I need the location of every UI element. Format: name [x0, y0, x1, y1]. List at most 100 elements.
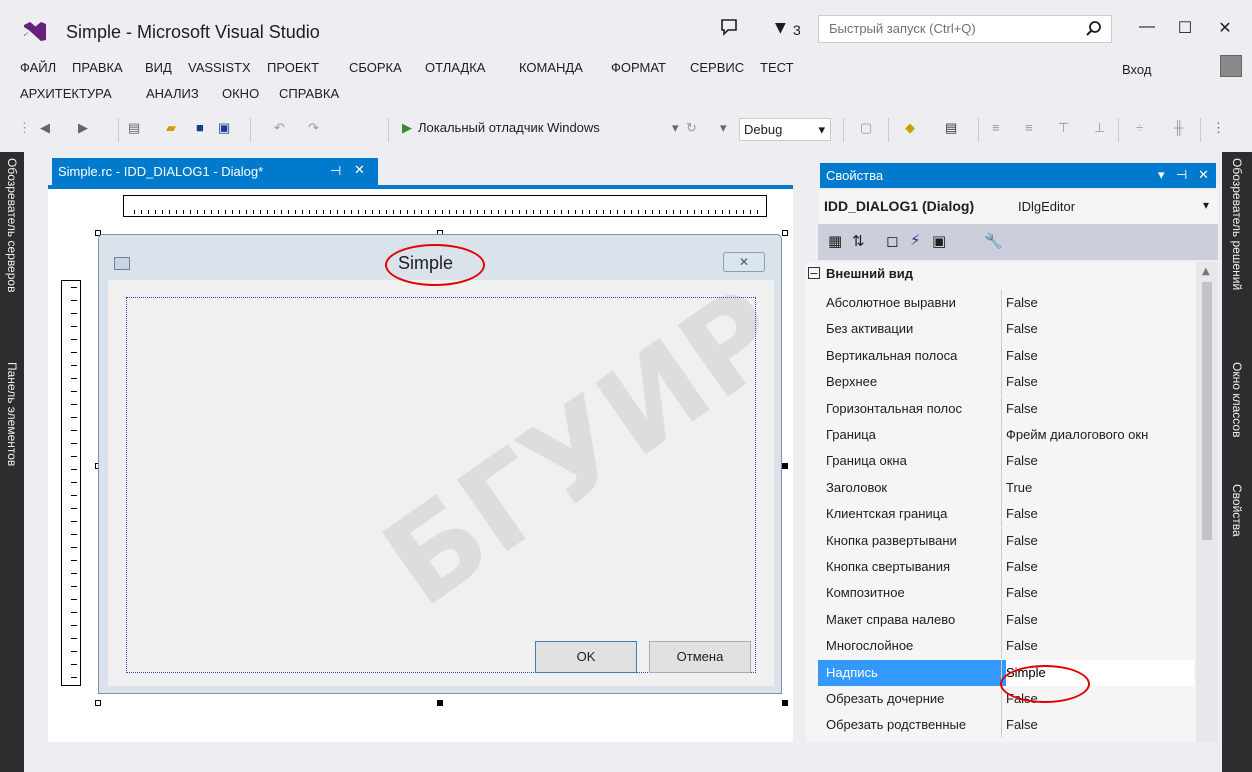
resize-handle[interactable]	[95, 700, 101, 706]
property-row[interactable]: Граница окна False	[818, 448, 1194, 475]
center-horizontal-icon[interactable]: ╫	[1174, 120, 1183, 135]
align-top-icon[interactable]: ⊤	[1058, 120, 1069, 136]
property-row[interactable]: Кнопка развертывани False	[818, 527, 1194, 554]
toolbar-tool-icon[interactable]: ◆	[905, 120, 915, 136]
server-explorer-tab[interactable]: Обозреватель серверов	[5, 158, 19, 292]
notification-flag-icon[interactable]: ▼	[775, 20, 786, 36]
property-grid-scrollbar[interactable]: ▲	[1196, 262, 1218, 742]
resize-handle[interactable]	[782, 700, 788, 706]
feedback-icon[interactable]	[720, 18, 738, 36]
property-value[interactable]: False	[1006, 321, 1194, 336]
scroll-up-icon[interactable]: ▲	[1202, 266, 1210, 277]
property-value[interactable]: False	[1006, 612, 1194, 627]
refresh-icon[interactable]: ↻	[686, 120, 697, 136]
menu-project[interactable]: ПРОЕКТ	[267, 60, 319, 75]
property-row[interactable]: Обрезать родственные False	[818, 712, 1194, 739]
menu-view[interactable]: ВИД	[145, 60, 172, 75]
cancel-button[interactable]: Отмена	[649, 641, 751, 673]
resize-handle[interactable]	[437, 700, 443, 706]
menu-debug[interactable]: ОТЛАДКА	[425, 60, 485, 75]
property-value[interactable]: False	[1006, 453, 1194, 468]
quick-launch-input[interactable]: Быстрый запуск (Ctrl+Q)	[818, 15, 1112, 43]
dropdown-chevron-icon[interactable]: ▾	[672, 120, 679, 136]
sign-in-link[interactable]: Вход	[1122, 62, 1151, 77]
property-value[interactable]: False	[1006, 401, 1194, 416]
open-file-icon[interactable]: ▰	[166, 120, 176, 136]
undo-icon[interactable]: ↶	[274, 120, 285, 136]
property-value[interactable]: True	[1006, 480, 1194, 495]
ok-button[interactable]: OK	[535, 641, 637, 673]
resize-handle[interactable]	[782, 230, 788, 236]
resize-handle[interactable]	[782, 463, 788, 469]
property-value[interactable]: False	[1006, 506, 1194, 521]
property-row[interactable]: Композитное False	[818, 580, 1194, 607]
start-debugging-icon[interactable]: ▶	[402, 120, 412, 136]
menu-window[interactable]: ОКНО	[222, 86, 259, 101]
close-button[interactable]: ✕	[1212, 18, 1238, 40]
menu-format[interactable]: ФОРМАТ	[611, 60, 666, 75]
properties-tab[interactable]: Свойства	[1230, 484, 1244, 537]
menu-edit[interactable]: ПРАВКА	[72, 60, 123, 75]
messages-icon[interactable]: ▣	[932, 232, 946, 250]
property-value[interactable]: False	[1006, 559, 1194, 574]
property-value[interactable]: False	[1006, 348, 1194, 363]
property-value[interactable]: False	[1006, 533, 1194, 548]
property-pages-icon[interactable]: ◻	[886, 232, 898, 250]
maximize-button[interactable]: ☐	[1172, 18, 1198, 40]
property-row[interactable]: Без активации False	[818, 316, 1194, 343]
events-icon[interactable]: ⚡	[910, 231, 921, 249]
menu-build[interactable]: СБОРКА	[349, 60, 402, 75]
property-row[interactable]: Верхнее False	[818, 369, 1194, 396]
property-row[interactable]: Многослойное False	[818, 633, 1194, 660]
align-left-icon[interactable]: ≡	[992, 120, 1000, 135]
menu-team[interactable]: КОМАНДА	[519, 60, 583, 75]
menu-help[interactable]: СПРАВКА	[279, 86, 339, 101]
close-panel-icon[interactable]: ✕	[1198, 167, 1209, 183]
minimize-button[interactable]: —	[1134, 18, 1160, 40]
pin-icon[interactable]: ⊣	[1176, 167, 1187, 183]
property-row[interactable]: Макет справа налево False	[818, 606, 1194, 633]
close-tab-icon[interactable]: ✕	[354, 162, 365, 178]
vertical-ruler[interactable]	[61, 280, 81, 686]
save-icon[interactable]: ■	[196, 120, 204, 135]
user-avatar-icon[interactable]	[1220, 55, 1242, 77]
property-row[interactable]: Граница Фрейм диалогового окн	[818, 422, 1194, 448]
property-row[interactable]: Горизонтальная полос False	[818, 395, 1194, 422]
toolbar-tool-icon[interactable]: ▢	[860, 120, 872, 136]
property-row[interactable]: Абсолютное выравни False	[818, 290, 1194, 316]
menu-file[interactable]: ФАЙЛ	[20, 60, 56, 75]
dropdown-chevron-icon[interactable]: ▾	[720, 120, 727, 136]
toolbox-tab[interactable]: Панель элементов	[5, 362, 19, 466]
overrides-icon[interactable]: 🔧	[984, 232, 1003, 250]
property-value[interactable]: False	[1006, 374, 1194, 389]
debugger-target-button[interactable]: Локальный отладчик Windows	[418, 120, 600, 135]
scrollbar-thumb[interactable]	[1202, 282, 1212, 540]
property-value[interactable]: Фрейм диалогового окн	[1006, 427, 1194, 442]
property-value[interactable]: False	[1006, 638, 1194, 653]
menu-vassistx[interactable]: VASSISTX	[188, 60, 251, 75]
search-icon[interactable]	[1085, 20, 1103, 38]
new-project-icon[interactable]: ▤	[128, 120, 140, 136]
configuration-select[interactable]: Debug ▾	[739, 118, 831, 141]
toolbar-overflow-icon[interactable]: ⋮	[1212, 120, 1225, 136]
property-value[interactable]: False	[1006, 295, 1194, 310]
property-row[interactable]: Вертикальная полоса False	[818, 342, 1194, 369]
toolbar-tool-icon[interactable]: ▤	[945, 120, 957, 136]
property-row[interactable]: Клиентская граница False	[818, 501, 1194, 528]
class-view-tab[interactable]: Окно классов	[1230, 362, 1244, 437]
property-value[interactable]: False	[1006, 717, 1194, 732]
back-icon[interactable]: ◀	[40, 120, 50, 136]
menu-test[interactable]: ТЕСТ	[760, 60, 794, 75]
alphabetical-icon[interactable]: ⇅	[852, 232, 865, 250]
categorized-icon[interactable]: ▦	[828, 232, 842, 250]
menu-tools[interactable]: СЕРВИС	[690, 60, 744, 75]
menu-analyze[interactable]: АНАЛИЗ	[146, 86, 199, 101]
redo-icon[interactable]: ↷	[308, 120, 319, 136]
document-tab[interactable]: Simple.rc - IDD_DIALOG1 - Dialog* ⊣ ✕	[52, 158, 378, 186]
property-row[interactable]: Заголовок True	[818, 474, 1194, 501]
align-right-icon[interactable]: ≡	[1025, 120, 1033, 135]
property-value[interactable]: False	[1006, 585, 1194, 600]
chevron-down-icon[interactable]: ▾	[1203, 198, 1209, 212]
horizontal-ruler[interactable]	[123, 195, 767, 217]
collapse-category-icon[interactable]: −	[808, 267, 820, 279]
